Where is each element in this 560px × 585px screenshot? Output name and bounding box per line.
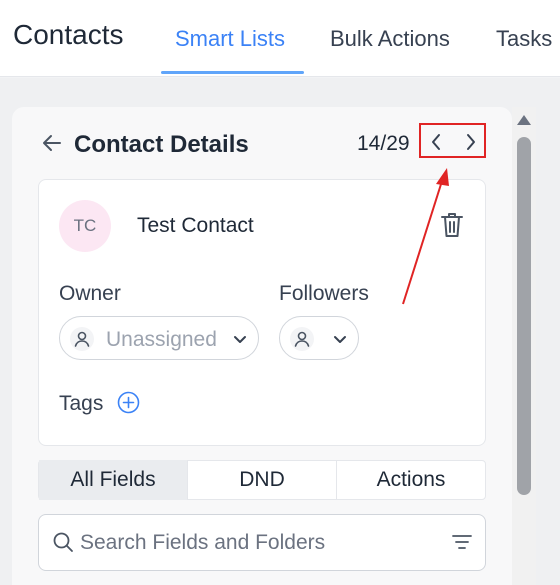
followers-label: Followers [279, 282, 369, 305]
active-tab-indicator [161, 71, 304, 74]
search-icon [53, 532, 73, 552]
record-counter: 14/29 [357, 132, 410, 155]
scroll-up-arrow-icon[interactable] [514, 113, 534, 127]
avatar-initials: TC [73, 216, 97, 235]
filter-icon[interactable] [451, 532, 473, 552]
tab-all-fields[interactable]: All Fields [39, 460, 187, 500]
search-input[interactable] [80, 524, 440, 562]
tab-dnd[interactable]: DND [188, 460, 336, 500]
trash-icon[interactable] [439, 210, 465, 240]
chevron-down-icon [334, 336, 346, 343]
top-navigation-bar: Contacts Smart Lists Bulk Actions Tasks [0, 0, 560, 77]
tab-tasks[interactable]: Tasks [496, 26, 552, 52]
owner-value: Unassigned [106, 328, 217, 351]
followers-select[interactable] [279, 316, 359, 360]
user-icon [290, 327, 314, 351]
chevron-down-icon [234, 336, 246, 343]
tab-smart-lists[interactable]: Smart Lists [175, 26, 285, 52]
tags-label: Tags [59, 392, 104, 415]
chevron-left-icon[interactable] [426, 130, 446, 154]
plus-circle-icon[interactable] [117, 391, 140, 414]
tab-actions[interactable]: Actions [337, 460, 485, 500]
owner-select[interactable]: Unassigned [59, 316, 259, 360]
app-title: Contacts [13, 19, 124, 50]
owner-label: Owner [59, 282, 121, 305]
scrollbar-thumb[interactable] [517, 137, 531, 495]
user-icon [70, 327, 94, 351]
back-arrow-icon[interactable] [40, 131, 64, 155]
panel-title: Contact Details [74, 131, 249, 158]
tab-bulk-actions[interactable]: Bulk Actions [330, 26, 450, 52]
chevron-right-icon[interactable] [461, 130, 481, 154]
contact-name: Test Contact [137, 214, 254, 237]
avatar: TC [59, 200, 111, 252]
